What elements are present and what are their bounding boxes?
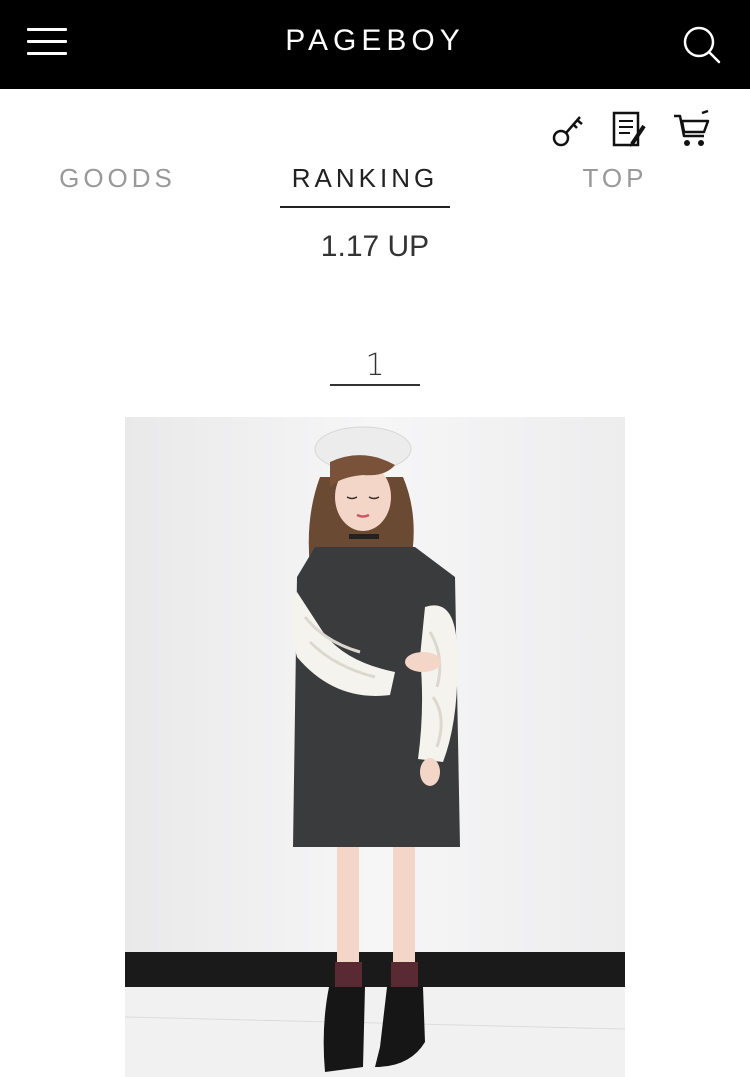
update-date-label: 1.17 UP xyxy=(320,230,430,263)
rank-number-underline xyxy=(330,384,420,386)
tab-goods[interactable]: GOODS xyxy=(30,160,205,210)
header-bar: PAGEBOY xyxy=(0,0,750,89)
utility-icon-bar xyxy=(548,108,718,152)
brand-logo[interactable]: PAGEBOY xyxy=(0,24,750,58)
tab-top[interactable]: TOP xyxy=(550,160,680,210)
tab-ranking[interactable]: RANKING xyxy=(280,160,450,210)
document-pen-icon[interactable] xyxy=(610,108,650,152)
search-icon[interactable] xyxy=(682,25,722,65)
rank-number: 1 xyxy=(365,348,385,383)
active-tab-indicator xyxy=(280,206,450,208)
cart-icon[interactable] xyxy=(672,108,712,152)
key-icon[interactable] xyxy=(548,108,588,152)
product-image[interactable] xyxy=(125,417,625,1077)
category-tabs: GOODS RANKING TOP xyxy=(0,160,750,210)
